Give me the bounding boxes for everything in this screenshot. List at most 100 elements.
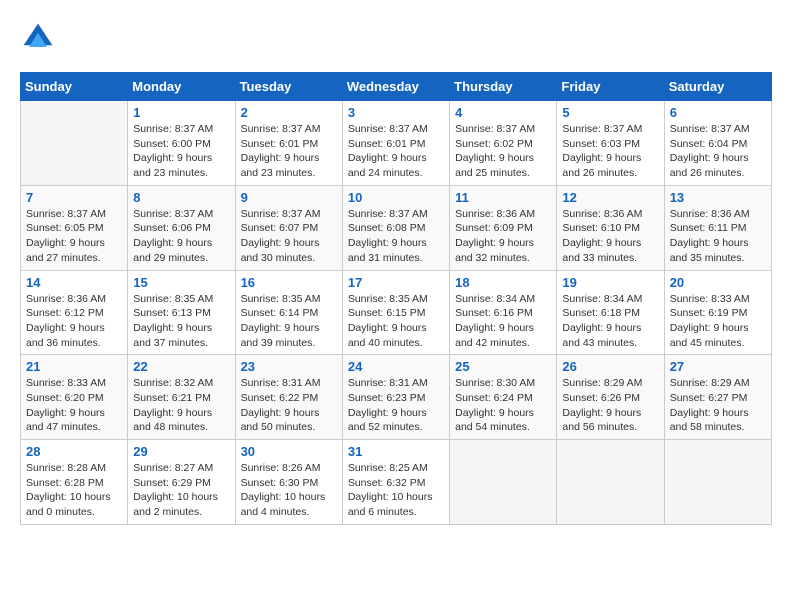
day-info: Sunrise: 8:37 AMSunset: 6:02 PMDaylight:… (455, 122, 551, 181)
calendar-cell: 3 Sunrise: 8:37 AMSunset: 6:01 PMDaylight… (342, 101, 449, 186)
day-number: 13 (670, 190, 766, 205)
calendar-cell: 28 Sunrise: 8:28 AMSunset: 6:28 PMDayligh… (21, 440, 128, 525)
calendar-cell (557, 440, 664, 525)
calendar-table: SundayMondayTuesdayWednesdayThursdayFrid… (20, 72, 772, 525)
day-info: Sunrise: 8:31 AMSunset: 6:22 PMDaylight:… (241, 376, 337, 435)
day-number: 5 (562, 105, 658, 120)
day-number: 8 (133, 190, 229, 205)
day-info: Sunrise: 8:35 AMSunset: 6:15 PMDaylight:… (348, 292, 444, 351)
day-number: 28 (26, 444, 122, 459)
day-number: 10 (348, 190, 444, 205)
day-info: Sunrise: 8:30 AMSunset: 6:24 PMDaylight:… (455, 376, 551, 435)
day-number: 4 (455, 105, 551, 120)
day-info: Sunrise: 8:32 AMSunset: 6:21 PMDaylight:… (133, 376, 229, 435)
day-info: Sunrise: 8:37 AMSunset: 6:08 PMDaylight:… (348, 207, 444, 266)
day-number: 24 (348, 359, 444, 374)
day-info: Sunrise: 8:37 AMSunset: 6:04 PMDaylight:… (670, 122, 766, 181)
calendar-cell: 7 Sunrise: 8:37 AMSunset: 6:05 PMDaylight… (21, 185, 128, 270)
day-number: 26 (562, 359, 658, 374)
calendar-cell: 16Sunrise: 8:35 AMSunset: 6:14 PMDayligh… (235, 270, 342, 355)
day-info: Sunrise: 8:37 AMSunset: 6:03 PMDaylight:… (562, 122, 658, 181)
day-number: 31 (348, 444, 444, 459)
day-number: 14 (26, 275, 122, 290)
calendar-cell: 24 Sunrise: 8:31 AMSunset: 6:23 PMDayligh… (342, 355, 449, 440)
day-info: Sunrise: 8:36 AMSunset: 6:10 PMDaylight:… (562, 207, 658, 266)
day-info: Sunrise: 8:27 AMSunset: 6:29 PMDaylight:… (133, 461, 229, 520)
day-info: Sunrise: 8:37 AMSunset: 6:00 PMDaylight:… (133, 122, 229, 181)
day-info: Sunrise: 8:37 AMSunset: 6:01 PMDaylight:… (241, 122, 337, 181)
logo-icon (20, 20, 56, 56)
calendar-cell: 10 Sunrise: 8:37 AMSunset: 6:08 PMDayligh… (342, 185, 449, 270)
day-number: 1 (133, 105, 229, 120)
day-number: 15 (133, 275, 229, 290)
day-info: Sunrise: 8:33 AMSunset: 6:20 PMDaylight:… (26, 376, 122, 435)
day-number: 23 (241, 359, 337, 374)
calendar-cell: 23 Sunrise: 8:31 AMSunset: 6:22 PMDayligh… (235, 355, 342, 440)
header-saturday: Saturday (664, 73, 771, 101)
header-tuesday: Tuesday (235, 73, 342, 101)
calendar-cell: 20Sunrise: 8:33 AMSunset: 6:19 PMDayligh… (664, 270, 771, 355)
calendar-cell: 11 Sunrise: 8:36 AMSunset: 6:09 PMDayligh… (450, 185, 557, 270)
calendar-cell: 27 Sunrise: 8:29 AMSunset: 6:27 PMDayligh… (664, 355, 771, 440)
day-number: 29 (133, 444, 229, 459)
calendar-cell: 17 Sunrise: 8:35 AMSunset: 6:15 PMDayligh… (342, 270, 449, 355)
day-info: Sunrise: 8:28 AMSunset: 6:28 PMDaylight:… (26, 461, 122, 520)
calendar-cell: 18 Sunrise: 8:34 AMSunset: 6:16 PMDayligh… (450, 270, 557, 355)
calendar-cell: 15 Sunrise: 8:35 AMSunset: 6:13 PMDayligh… (128, 270, 235, 355)
day-number: 6 (670, 105, 766, 120)
page-header (20, 20, 772, 56)
header-sunday: Sunday (21, 73, 128, 101)
day-info: Sunrise: 8:34 AMSunset: 6:16 PMDaylight:… (455, 292, 551, 351)
day-number: 3 (348, 105, 444, 120)
day-info: Sunrise: 8:37 AMSunset: 6:05 PMDaylight:… (26, 207, 122, 266)
day-number: 21 (26, 359, 122, 374)
day-info: Sunrise: 8:36 AMSunset: 6:11 PMDaylight:… (670, 207, 766, 266)
day-info: Sunrise: 8:29 AMSunset: 6:26 PMDaylight:… (562, 376, 658, 435)
day-info: Sunrise: 8:35 AMSunset: 6:13 PMDaylight:… (133, 292, 229, 351)
calendar-cell: 12 Sunrise: 8:36 AMSunset: 6:10 PMDayligh… (557, 185, 664, 270)
day-number: 9 (241, 190, 337, 205)
calendar-cell: 29 Sunrise: 8:27 AMSunset: 6:29 PMDayligh… (128, 440, 235, 525)
day-number: 22 (133, 359, 229, 374)
day-number: 27 (670, 359, 766, 374)
day-info: Sunrise: 8:26 AMSunset: 6:30 PMDaylight:… (241, 461, 337, 520)
day-info: Sunrise: 8:36 AMSunset: 6:12 PMDaylight:… (26, 292, 122, 351)
calendar-cell: 4 Sunrise: 8:37 AMSunset: 6:02 PMDaylight… (450, 101, 557, 186)
day-info: Sunrise: 8:25 AMSunset: 6:32 PMDaylight:… (348, 461, 444, 520)
day-number: 2 (241, 105, 337, 120)
calendar-cell: 14 Sunrise: 8:36 AMSunset: 6:12 PMDayligh… (21, 270, 128, 355)
calendar-week-4: 21 Sunrise: 8:33 AMSunset: 6:20 PMDayligh… (21, 355, 772, 440)
calendar-cell: 25 Sunrise: 8:30 AMSunset: 6:24 PMDayligh… (450, 355, 557, 440)
calendar-cell: 22 Sunrise: 8:32 AMSunset: 6:21 PMDayligh… (128, 355, 235, 440)
day-info: Sunrise: 8:37 AMSunset: 6:01 PMDaylight:… (348, 122, 444, 181)
calendar-cell (21, 101, 128, 186)
calendar-cell: 9Sunrise: 8:37 AMSunset: 6:07 PMDaylight… (235, 185, 342, 270)
calendar-cell: 30 Sunrise: 8:26 AMSunset: 6:30 PMDayligh… (235, 440, 342, 525)
day-number: 25 (455, 359, 551, 374)
day-number: 17 (348, 275, 444, 290)
calendar-cell: 2 Sunrise: 8:37 AMSunset: 6:01 PMDaylight… (235, 101, 342, 186)
calendar-cell (450, 440, 557, 525)
calendar-cell: 13 Sunrise: 8:36 AMSunset: 6:11 PMDayligh… (664, 185, 771, 270)
day-info: Sunrise: 8:31 AMSunset: 6:23 PMDaylight:… (348, 376, 444, 435)
day-number: 19 (562, 275, 658, 290)
calendar-cell: 8 Sunrise: 8:37 AMSunset: 6:06 PMDaylight… (128, 185, 235, 270)
day-number: 30 (241, 444, 337, 459)
calendar-cell: 1 Sunrise: 8:37 AMSunset: 6:00 PMDaylight… (128, 101, 235, 186)
day-number: 18 (455, 275, 551, 290)
day-info: Sunrise: 8:29 AMSunset: 6:27 PMDaylight:… (670, 376, 766, 435)
header-thursday: Thursday (450, 73, 557, 101)
day-number: 12 (562, 190, 658, 205)
calendar-cell: 19Sunrise: 8:34 AMSunset: 6:18 PMDayligh… (557, 270, 664, 355)
calendar-week-3: 14 Sunrise: 8:36 AMSunset: 6:12 PMDayligh… (21, 270, 772, 355)
day-number: 7 (26, 190, 122, 205)
day-number: 11 (455, 190, 551, 205)
calendar-cell: 31 Sunrise: 8:25 AMSunset: 6:32 PMDayligh… (342, 440, 449, 525)
day-info: Sunrise: 8:37 AMSunset: 6:06 PMDaylight:… (133, 207, 229, 266)
calendar-cell: 6 Sunrise: 8:37 AMSunset: 6:04 PMDaylight… (664, 101, 771, 186)
logo (20, 20, 62, 56)
day-number: 20 (670, 275, 766, 290)
day-info: Sunrise: 8:36 AMSunset: 6:09 PMDaylight:… (455, 207, 551, 266)
header-friday: Friday (557, 73, 664, 101)
calendar-cell (664, 440, 771, 525)
